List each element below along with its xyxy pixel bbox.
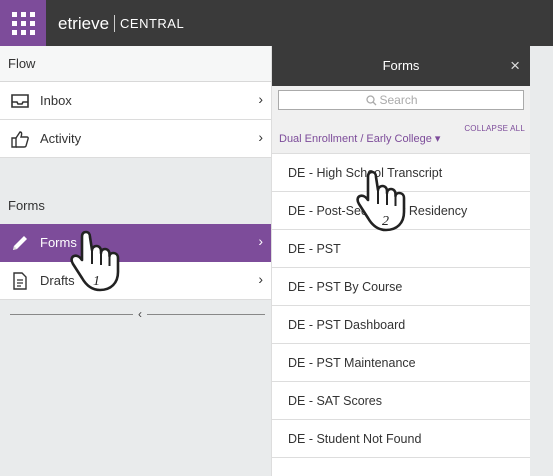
forms-panel-header: Forms × bbox=[272, 46, 530, 86]
form-list-item[interactable]: DE - SAT Scores bbox=[272, 382, 530, 420]
search-icon bbox=[365, 94, 376, 105]
category-dropdown[interactable]: Dual Enrollment / Early College ▾ bbox=[279, 132, 440, 145]
form-list-item[interactable]: DE - PST Maintenance bbox=[272, 344, 530, 382]
document-icon bbox=[13, 272, 27, 290]
top-bar: etrieve CENTRAL bbox=[0, 0, 553, 46]
nav-item-activity[interactable]: Activity › bbox=[0, 120, 271, 158]
pencil-icon bbox=[13, 236, 27, 250]
form-list-item[interactable]: DE - PST By Course bbox=[272, 268, 530, 306]
nav-label-activity: Activity bbox=[40, 131, 82, 146]
chevron-right-icon: › bbox=[258, 271, 263, 287]
form-list-item[interactable]: DE - PST Dashboard bbox=[272, 306, 530, 344]
forms-panel-title: Forms bbox=[382, 58, 420, 73]
brand-main: etrieve bbox=[58, 14, 110, 33]
category-row: Dual Enrollment / Early College ▾ COLLAP… bbox=[272, 114, 530, 154]
forms-heading: Forms bbox=[8, 198, 45, 213]
collapse-all-link[interactable]: COLLAPSE ALL bbox=[464, 124, 525, 133]
chevron-right-icon: › bbox=[258, 233, 263, 249]
nav-item-inbox[interactable]: Inbox › bbox=[0, 82, 271, 120]
app-launcher-grid-icon[interactable] bbox=[0, 0, 46, 46]
step-number-2: 2 bbox=[382, 214, 389, 229]
nav-label-inbox: Inbox bbox=[40, 93, 72, 108]
collapse-sidebar-icon[interactable]: ‹ bbox=[133, 306, 147, 322]
brand-logo: etrieve CENTRAL bbox=[58, 14, 184, 34]
inbox-tray-icon bbox=[11, 94, 29, 108]
nav-item-forms[interactable]: Forms › bbox=[0, 224, 271, 262]
search-box bbox=[278, 90, 524, 110]
forms-panel: Forms × Dual Enrollment / Early College … bbox=[271, 46, 530, 476]
brand-sub: CENTRAL bbox=[120, 16, 185, 31]
flow-heading: Flow bbox=[0, 46, 271, 82]
hand-pointer-icon: 2 bbox=[356, 170, 406, 232]
search-bar bbox=[272, 86, 530, 114]
thumbs-up-icon bbox=[11, 131, 29, 148]
search-input[interactable] bbox=[376, 93, 437, 107]
left-nav-panel: Flow Inbox › Activity › Forms Forms › Dr… bbox=[0, 46, 271, 476]
close-icon[interactable]: × bbox=[510, 46, 520, 86]
step-number-1: 1 bbox=[93, 274, 100, 289]
chevron-right-icon: › bbox=[258, 129, 263, 145]
right-gutter bbox=[530, 46, 553, 476]
form-list-item[interactable]: DE - Student Not Found bbox=[272, 420, 530, 458]
nav-item-drafts[interactable]: Drafts › bbox=[0, 262, 271, 300]
chevron-right-icon: › bbox=[258, 91, 263, 107]
hand-pointer-icon: 1 bbox=[70, 230, 120, 292]
